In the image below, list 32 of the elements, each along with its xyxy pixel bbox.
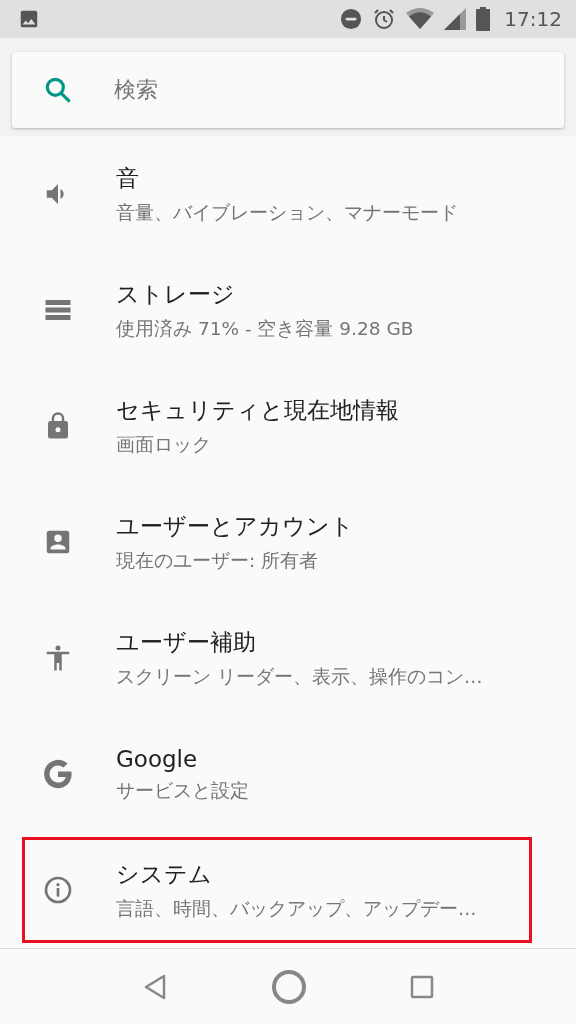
settings-item[interactable]: ユーザーとアカウント 現在のユーザー: 所有者 [0, 484, 576, 600]
item-title: セキュリティと現在地情報 [116, 396, 399, 425]
signal-icon [444, 8, 467, 30]
item-title: 音 [116, 164, 140, 193]
do-not-disturb-icon [340, 8, 363, 30]
clock-time: 17:12 [504, 7, 562, 31]
recents-icon[interactable] [410, 975, 435, 999]
item-subtitle: 言語、時間、バックアップ、アップデー… [116, 897, 477, 921]
item-subtitle: スクリーン リーダー、表示、操作のコン… [116, 665, 483, 689]
settings-item[interactable]: ユーザー補助 スクリーン リーダー、表示、操作のコン… [0, 600, 576, 716]
item-title: Google [116, 745, 199, 772]
item-subtitle: 現在のユーザー: 所有者 [116, 549, 320, 573]
home-icon[interactable] [271, 969, 307, 1005]
item-title: ユーザーとアカウント [116, 512, 354, 541]
info-icon [42, 874, 74, 906]
settings-item[interactable]: ストレージ 使用済み 71% - 空き容量 9.28 GB [0, 252, 576, 368]
item-subtitle: 音量、バイブレーション、マナーモード [116, 201, 458, 225]
item-title: ユーザー補助 [116, 628, 257, 657]
wifi-icon [406, 7, 435, 31]
google-g-icon [41, 757, 75, 791]
battery-icon [476, 7, 491, 31]
item-subtitle: 画面ロック [116, 433, 212, 457]
item-title: システム [116, 860, 213, 889]
settings-item[interactable]: Google サービスと設定 [0, 716, 576, 832]
settings-item[interactable]: セキュリティと現在地情報 画面ロック [0, 368, 576, 484]
settings-item[interactable]: システム 言語、時間、バックアップ、アップデー… [0, 832, 576, 948]
item-title: ストレージ [116, 280, 236, 309]
search-field[interactable]: 検索 [12, 52, 564, 128]
item-subtitle: サービスと設定 [116, 778, 249, 803]
item-subtitle: 使用済み 71% - 空き容量 9.28 GB [116, 317, 414, 341]
settings-item[interactable]: 音 音量、バイブレーション、マナーモード [0, 136, 576, 252]
image-icon [18, 8, 40, 30]
